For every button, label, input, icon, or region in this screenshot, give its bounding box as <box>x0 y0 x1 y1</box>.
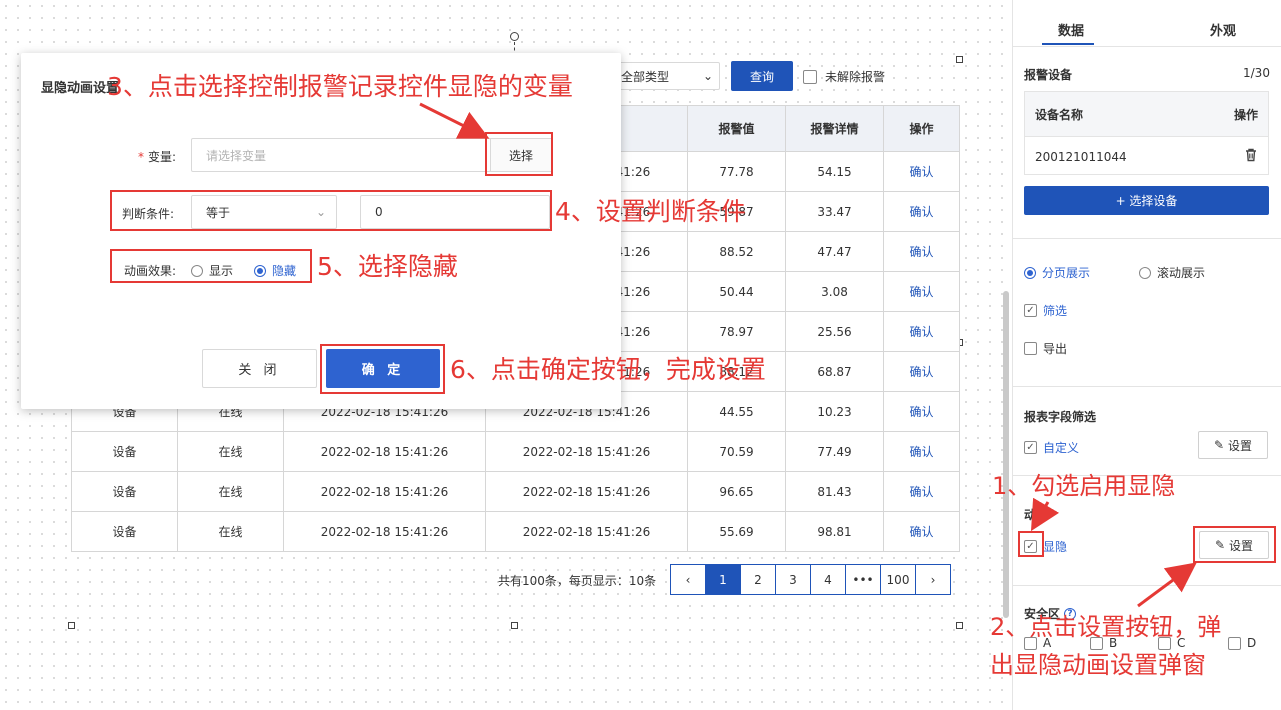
annotation-step4: 4、设置判断条件 <box>555 197 746 226</box>
annotation-step3: 3、点击选择控制报警记录控件显隐的变量 <box>107 72 573 101</box>
arrow-step2 <box>1137 562 1197 608</box>
annotation-step6: 6、点击确定按钮，完成设置 <box>450 355 766 384</box>
annotation-step5: 5、选择隐藏 <box>317 252 458 281</box>
annotation-step2-line2: 出显隐动画设置弹窗 <box>990 651 1206 679</box>
arrow-step3 <box>419 102 490 139</box>
arrow-step1 <box>1030 497 1060 532</box>
annotation-step2-line1: 2、点击设置按钮，弹 <box>990 613 1222 641</box>
annotation-step1: 1、勾选启用显隐 <box>992 472 1176 500</box>
